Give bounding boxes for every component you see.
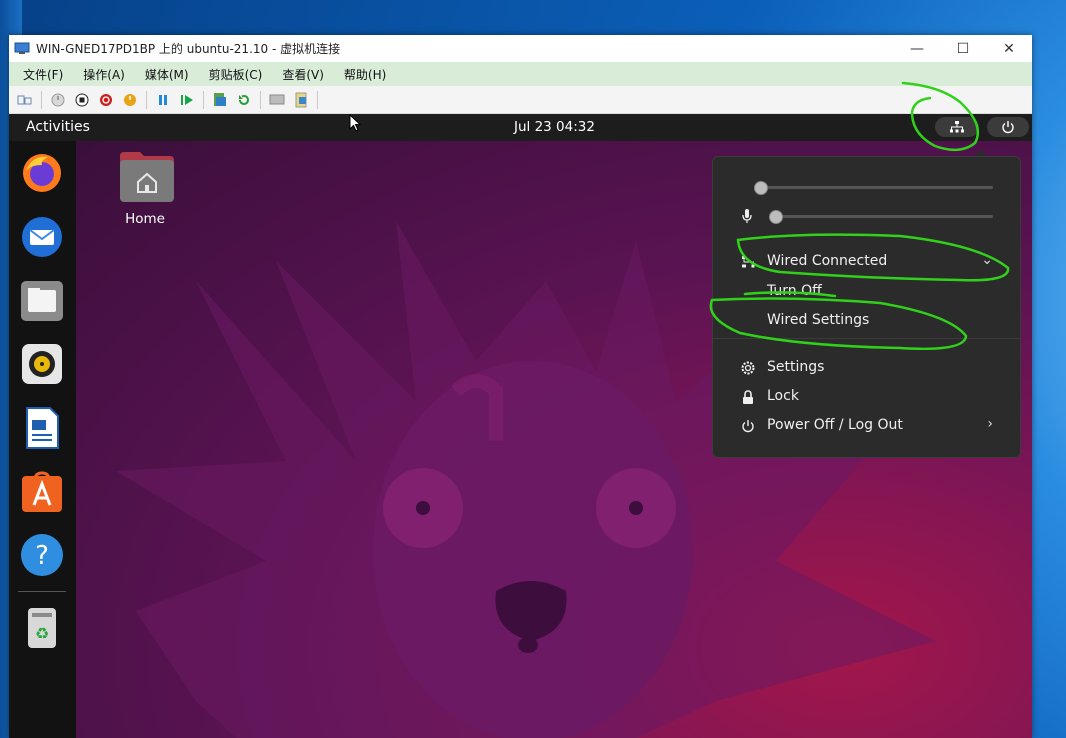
green-annotation-marks — [709, 81, 1010, 351]
